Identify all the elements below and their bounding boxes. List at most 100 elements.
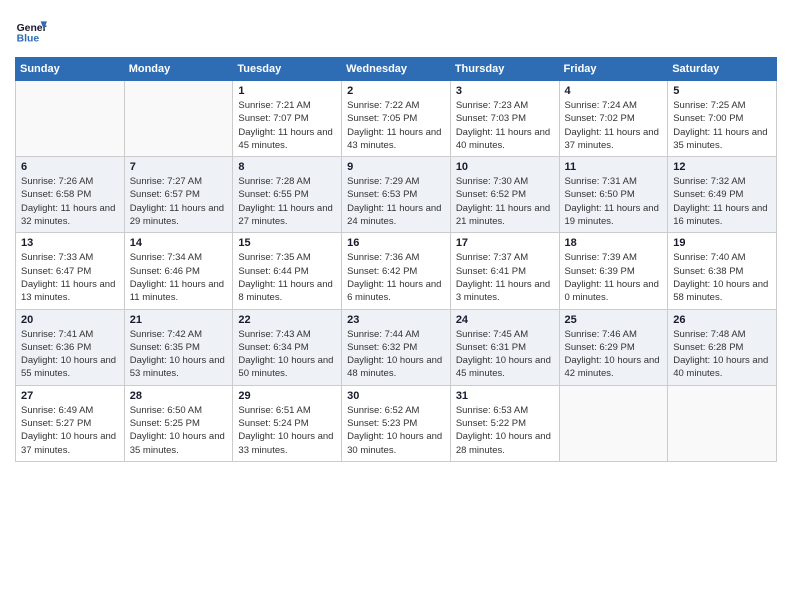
day-number: 29 (238, 390, 336, 402)
day-number: 11 (565, 161, 663, 173)
day-cell: 10 Sunrise: 7:30 AM Sunset: 6:52 PM Dayli… (450, 157, 559, 233)
day-cell: 23 Sunrise: 7:44 AM Sunset: 6:32 PM Dayli… (342, 309, 451, 385)
day-cell: 7Sunrise: 7:27 AM Sunset: 6:57 PM Daylig… (124, 157, 233, 233)
day-cell: 13 Sunrise: 7:33 AM Sunset: 6:47 PM Dayli… (16, 233, 125, 309)
day-info: Sunrise: 7:23 AM Sunset: 7:03 PM Dayligh… (456, 99, 554, 152)
day-info: Sunrise: 7:29 AM Sunset: 6:53 PM Dayligh… (347, 175, 445, 228)
day-info: Sunrise: 7:28 AM Sunset: 6:55 PM Dayligh… (238, 175, 336, 228)
day-number: 21 (130, 314, 228, 326)
day-info: Sunrise: 7:30 AM Sunset: 6:52 PM Dayligh… (456, 175, 554, 228)
day-cell: 21 Sunrise: 7:42 AM Sunset: 6:35 PM Dayli… (124, 309, 233, 385)
day-cell: 17 Sunrise: 7:37 AM Sunset: 6:41 PM Dayli… (450, 233, 559, 309)
day-cell: 3 Sunrise: 7:23 AM Sunset: 7:03 PM Daylig… (450, 81, 559, 157)
day-cell: 18Sunrise: 7:39 AM Sunset: 6:39 PM Dayli… (559, 233, 668, 309)
day-cell: 9 Sunrise: 7:29 AM Sunset: 6:53 PM Daylig… (342, 157, 451, 233)
day-info: Sunrise: 7:26 AM Sunset: 6:58 PM Dayligh… (21, 175, 119, 228)
weekday-header: Monday (124, 58, 233, 81)
svg-text:Blue: Blue (17, 33, 40, 44)
calendar-header-row: SundayMondayTuesdayWednesdayThursdayFrid… (16, 58, 777, 81)
day-number: 8 (238, 161, 336, 173)
week-row: 6 Sunrise: 7:26 AM Sunset: 6:58 PM Daylig… (16, 157, 777, 233)
calendar-table: SundayMondayTuesdayWednesdayThursdayFrid… (15, 57, 777, 462)
day-number: 25 (565, 314, 663, 326)
day-info: Sunrise: 7:33 AM Sunset: 6:47 PM Dayligh… (21, 251, 119, 304)
day-number: 16 (347, 237, 445, 249)
day-cell: 24 Sunrise: 7:45 AM Sunset: 6:31 PM Dayli… (450, 309, 559, 385)
day-info: Sunrise: 7:31 AM Sunset: 6:50 PM Dayligh… (565, 175, 663, 228)
day-info: Sunrise: 6:50 AM Sunset: 5:25 PM Dayligh… (130, 404, 228, 457)
day-number: 4 (565, 85, 663, 97)
day-number: 28 (130, 390, 228, 402)
day-cell: 30 Sunrise: 6:52 AM Sunset: 5:23 PM Dayli… (342, 385, 451, 461)
day-cell (124, 81, 233, 157)
weekday-header: Sunday (16, 58, 125, 81)
header: General Blue (15, 15, 777, 47)
day-info: Sunrise: 7:35 AM Sunset: 6:44 PM Dayligh… (238, 251, 336, 304)
day-info: Sunrise: 6:51 AM Sunset: 5:24 PM Dayligh… (238, 404, 336, 457)
day-number: 3 (456, 85, 554, 97)
day-info: Sunrise: 7:37 AM Sunset: 6:41 PM Dayligh… (456, 251, 554, 304)
day-info: Sunrise: 7:45 AM Sunset: 6:31 PM Dayligh… (456, 328, 554, 381)
day-cell: 22Sunrise: 7:43 AM Sunset: 6:34 PM Dayli… (233, 309, 342, 385)
day-number: 31 (456, 390, 554, 402)
weekday-header: Tuesday (233, 58, 342, 81)
day-number: 30 (347, 390, 445, 402)
day-number: 9 (347, 161, 445, 173)
day-number: 12 (673, 161, 771, 173)
week-row: 1Sunrise: 7:21 AM Sunset: 7:07 PM Daylig… (16, 81, 777, 157)
day-number: 5 (673, 85, 771, 97)
day-info: Sunrise: 7:40 AM Sunset: 6:38 PM Dayligh… (673, 251, 771, 304)
day-info: Sunrise: 7:25 AM Sunset: 7:00 PM Dayligh… (673, 99, 771, 152)
day-info: Sunrise: 7:27 AM Sunset: 6:57 PM Dayligh… (130, 175, 228, 228)
day-cell: 14 Sunrise: 7:34 AM Sunset: 6:46 PM Dayli… (124, 233, 233, 309)
day-number: 2 (347, 85, 445, 97)
day-cell: 28 Sunrise: 6:50 AM Sunset: 5:25 PM Dayli… (124, 385, 233, 461)
day-number: 14 (130, 237, 228, 249)
day-info: Sunrise: 7:48 AM Sunset: 6:28 PM Dayligh… (673, 328, 771, 381)
day-cell: 31Sunrise: 6:53 AM Sunset: 5:22 PM Dayli… (450, 385, 559, 461)
day-number: 13 (21, 237, 119, 249)
day-number: 24 (456, 314, 554, 326)
day-info: Sunrise: 7:21 AM Sunset: 7:07 PM Dayligh… (238, 99, 336, 152)
day-cell (16, 81, 125, 157)
day-cell: 1Sunrise: 7:21 AM Sunset: 7:07 PM Daylig… (233, 81, 342, 157)
day-info: Sunrise: 7:22 AM Sunset: 7:05 PM Dayligh… (347, 99, 445, 152)
day-info: Sunrise: 7:36 AM Sunset: 6:42 PM Dayligh… (347, 251, 445, 304)
day-number: 17 (456, 237, 554, 249)
weekday-header: Thursday (450, 58, 559, 81)
week-row: 27Sunrise: 6:49 AM Sunset: 5:27 PM Dayli… (16, 385, 777, 461)
day-info: Sunrise: 7:44 AM Sunset: 6:32 PM Dayligh… (347, 328, 445, 381)
day-number: 20 (21, 314, 119, 326)
day-cell (559, 385, 668, 461)
day-info: Sunrise: 7:24 AM Sunset: 7:02 PM Dayligh… (565, 99, 663, 152)
day-cell: 11 Sunrise: 7:31 AM Sunset: 6:50 PM Dayli… (559, 157, 668, 233)
day-number: 23 (347, 314, 445, 326)
day-number: 10 (456, 161, 554, 173)
day-cell: 16 Sunrise: 7:36 AM Sunset: 6:42 PM Dayli… (342, 233, 451, 309)
day-cell: 27Sunrise: 6:49 AM Sunset: 5:27 PM Dayli… (16, 385, 125, 461)
day-cell: 8 Sunrise: 7:28 AM Sunset: 6:55 PM Daylig… (233, 157, 342, 233)
week-row: 20 Sunrise: 7:41 AM Sunset: 6:36 PM Dayli… (16, 309, 777, 385)
weekday-header: Saturday (668, 58, 777, 81)
day-info: Sunrise: 7:41 AM Sunset: 6:36 PM Dayligh… (21, 328, 119, 381)
day-cell: 4 Sunrise: 7:24 AM Sunset: 7:02 PM Daylig… (559, 81, 668, 157)
day-cell: 12Sunrise: 7:32 AM Sunset: 6:49 PM Dayli… (668, 157, 777, 233)
day-cell: 19 Sunrise: 7:40 AM Sunset: 6:38 PM Dayli… (668, 233, 777, 309)
day-cell: 6 Sunrise: 7:26 AM Sunset: 6:58 PM Daylig… (16, 157, 125, 233)
day-cell: 29 Sunrise: 6:51 AM Sunset: 5:24 PM Dayli… (233, 385, 342, 461)
logo-icon: General Blue (15, 15, 47, 47)
day-number: 27 (21, 390, 119, 402)
day-info: Sunrise: 7:34 AM Sunset: 6:46 PM Dayligh… (130, 251, 228, 304)
day-number: 15 (238, 237, 336, 249)
day-cell: 5 Sunrise: 7:25 AM Sunset: 7:00 PM Daylig… (668, 81, 777, 157)
day-cell: 20 Sunrise: 7:41 AM Sunset: 6:36 PM Dayli… (16, 309, 125, 385)
week-row: 13 Sunrise: 7:33 AM Sunset: 6:47 PM Dayli… (16, 233, 777, 309)
day-info: Sunrise: 7:46 AM Sunset: 6:29 PM Dayligh… (565, 328, 663, 381)
weekday-header: Wednesday (342, 58, 451, 81)
day-info: Sunrise: 7:42 AM Sunset: 6:35 PM Dayligh… (130, 328, 228, 381)
day-info: Sunrise: 6:52 AM Sunset: 5:23 PM Dayligh… (347, 404, 445, 457)
logo: General Blue (15, 15, 51, 47)
day-number: 6 (21, 161, 119, 173)
day-cell: 15 Sunrise: 7:35 AM Sunset: 6:44 PM Dayli… (233, 233, 342, 309)
day-number: 19 (673, 237, 771, 249)
